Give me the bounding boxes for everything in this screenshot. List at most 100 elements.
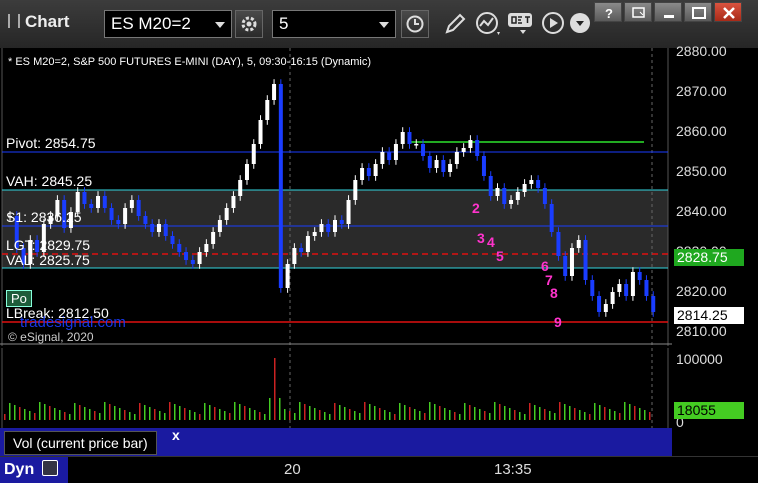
candle-body (481, 156, 486, 176)
volume-pane[interactable] (0, 348, 672, 428)
volume-bar (194, 412, 196, 420)
candle-body (637, 272, 642, 280)
volume-tick: 100000 (676, 351, 723, 367)
candle-body (509, 200, 514, 204)
volume-bar (109, 404, 111, 420)
volume-bar (334, 403, 336, 420)
candle-body (305, 236, 310, 252)
restore-button[interactable] (624, 2, 652, 22)
candle-body (366, 168, 371, 176)
volume-bar (479, 409, 481, 420)
volume-bar (324, 412, 326, 420)
volume-bar (494, 402, 496, 420)
seq-label: 9 (554, 314, 562, 330)
volume-bar (4, 414, 6, 420)
volume-bar (539, 407, 541, 420)
price-axis[interactable]: 2880.00 2870.00 2860.00 2850.00 2840.00 … (672, 43, 758, 346)
volume-legend[interactable]: Vol (current price bar) (4, 431, 157, 455)
candle-body (393, 144, 398, 160)
pencil-draw-icon[interactable] (442, 10, 468, 38)
candle-body (346, 200, 351, 224)
price-chart[interactable]: * ES M20=2, S&P 500 FUTURES E-MINI (DAY)… (0, 48, 672, 346)
candle-body (569, 248, 574, 276)
price-tick: 2860.00 (676, 123, 727, 139)
candle-body (414, 144, 419, 146)
interval-combo[interactable]: 5 (272, 10, 396, 38)
volume-bar (454, 412, 456, 420)
volume-bar (544, 409, 546, 420)
volume-bar (239, 404, 241, 420)
chevron-down-icon (215, 22, 225, 28)
price-tick: 2870.00 (676, 83, 727, 99)
volume-bar (269, 398, 271, 420)
get-data-icon[interactable] (506, 10, 538, 38)
dyn-button[interactable]: Dyn (0, 457, 68, 483)
candle-body (515, 192, 520, 200)
symbol-combo[interactable]: ES M20=2 (104, 10, 232, 38)
candle-body (475, 140, 480, 156)
interval-clock-button[interactable] (401, 10, 429, 38)
x-label: 20 (284, 461, 301, 478)
volume-bar (89, 409, 91, 420)
seq-label: 5 (496, 248, 504, 264)
val-label: VAL: 2825.75 (6, 252, 90, 268)
minimize-button[interactable] (654, 2, 682, 22)
volume-bar (264, 414, 266, 420)
volume-bar (409, 407, 411, 420)
volume-bar (74, 403, 76, 420)
candle-body (96, 196, 101, 208)
time-axis[interactable]: Dyn 20 13:35 (0, 456, 758, 483)
volume-legend-label: Vol (current price bar) (13, 435, 148, 451)
volume-bar (389, 412, 391, 420)
volume-bar (614, 411, 616, 420)
volume-bar (419, 411, 421, 420)
play-icon[interactable] (541, 10, 567, 38)
volume-bar (619, 413, 621, 420)
candle-body (102, 196, 107, 208)
link-icon (41, 460, 58, 476)
volume-bar (319, 410, 321, 420)
help-icon: ? (605, 6, 613, 20)
volume-bar (484, 411, 486, 420)
volume-tag: 18055 (674, 402, 744, 419)
dyn-label: Dyn (4, 461, 35, 478)
study-icon[interactable] (474, 10, 504, 38)
candle-body (197, 252, 202, 264)
help-button[interactable]: ? (594, 2, 622, 22)
vah-label: VAH: 2845.25 (6, 173, 93, 189)
volume-bar (424, 413, 426, 420)
candle-body (549, 204, 554, 232)
volume-bar (374, 406, 376, 420)
volume-bar (384, 410, 386, 420)
menu-icon[interactable] (568, 10, 596, 38)
svg-text:?: ? (605, 6, 613, 20)
volume-bar (129, 412, 131, 420)
grip-icon[interactable] (8, 14, 20, 28)
volume-bar (49, 406, 51, 420)
maximize-button[interactable] (684, 2, 712, 22)
volume-bar (59, 410, 61, 420)
candle-body (468, 140, 473, 148)
volume-bar (359, 413, 361, 420)
volume-canvas (1, 348, 669, 428)
seq-label: 2 (472, 200, 480, 216)
volume-bar (474, 407, 476, 420)
volume-bar (299, 402, 301, 420)
symbol-settings-button[interactable] (235, 10, 263, 38)
candle-body (116, 220, 121, 224)
price-tick: 2810.00 (676, 323, 727, 339)
volume-bar (84, 407, 86, 420)
volume-bar (274, 358, 276, 420)
candle-body (353, 180, 358, 200)
watermark-bg: tradesignal.com (20, 314, 126, 331)
volume-bar (609, 409, 611, 420)
candle-body (624, 284, 629, 296)
close-icon (723, 7, 735, 19)
legend-close-icon[interactable]: x (172, 427, 180, 443)
volume-bar (564, 404, 566, 420)
lgt-label: LGT: 2829.75 (6, 237, 91, 253)
price-tick: 2880.00 (676, 43, 727, 59)
candle-body (542, 188, 547, 204)
close-button[interactable] (714, 2, 742, 22)
volume-bar (289, 411, 291, 420)
